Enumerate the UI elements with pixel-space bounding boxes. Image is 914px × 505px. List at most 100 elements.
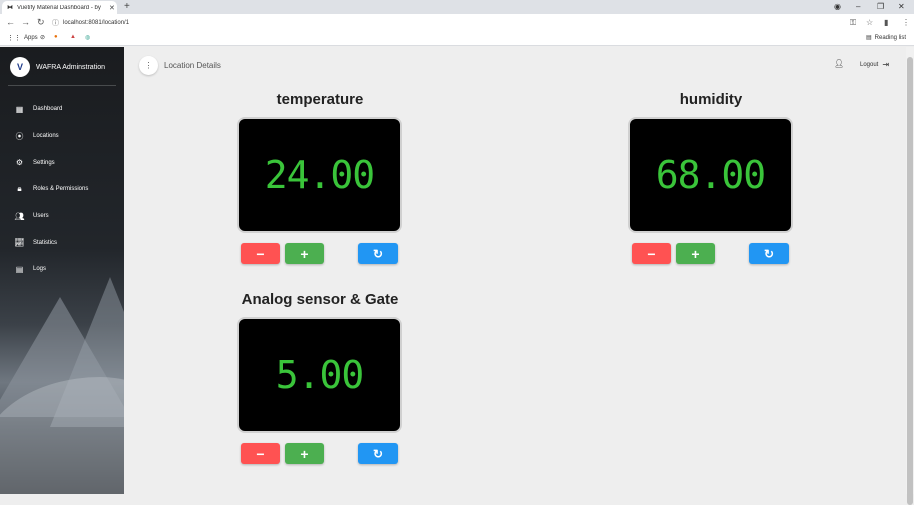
extension-icon[interactable]: ▮: [884, 18, 888, 27]
location-pin-icon: ⦿: [15, 131, 24, 141]
back-icon[interactable]: ←: [6, 17, 15, 27]
increment-button[interactable]: +: [285, 243, 324, 264]
account-icon[interactable]: 👤︎: [834, 59, 844, 68]
sidebar-item-dashboard[interactable]: ▦ Dashboard: [0, 96, 124, 123]
bookmark-apps-label: Apps: [24, 35, 38, 41]
new-tab-button[interactable]: +: [124, 1, 130, 12]
forward-icon[interactable]: →: [21, 17, 30, 27]
sidebar-item-label: Roles & Permissions: [33, 186, 89, 193]
gear-icon: ⚙: [15, 158, 24, 168]
decrement-button[interactable]: −: [241, 243, 280, 264]
sidebar-item-label: Settings: [33, 159, 55, 166]
site-info-icon[interactable]: ⓘ: [52, 18, 59, 28]
panel-controls: − + ↻: [237, 243, 403, 265]
increment-button[interactable]: +: [676, 243, 715, 264]
reset-button[interactable]: ↻: [749, 243, 789, 264]
minus-icon: −: [256, 445, 265, 462]
refresh-icon: ↻: [763, 246, 775, 261]
plus-icon: +: [300, 245, 309, 262]
sidebar-item-label: Statistics: [33, 239, 58, 246]
sidebar-item-locations[interactable]: ⦿ Locations: [0, 123, 124, 150]
users-icon: 👥︎: [14, 211, 25, 221]
panel-controls: − + ↻: [628, 243, 794, 265]
brand-logo-icon: V: [10, 57, 30, 77]
reset-button[interactable]: ↻: [358, 243, 398, 264]
more-vert-icon: ⋮: [144, 61, 153, 70]
decrement-button[interactable]: −: [632, 243, 671, 264]
bookmark-icon-3[interactable]: ▲: [70, 34, 76, 40]
scrollbar-thumb[interactable]: [907, 57, 913, 505]
logout-button[interactable]: Logout ⇥: [860, 60, 889, 69]
browser-menu-icon[interactable]: ⋮: [902, 18, 910, 27]
dashboard-icon: ▦: [15, 104, 24, 114]
page-title: Location Details: [164, 61, 221, 70]
bookmark-icon-4[interactable]: ◍: [85, 34, 90, 41]
page-scrollbar[interactable]: [906, 47, 914, 505]
sensor-panel-analog-gate: Analog sensor & Gate 5.00 − + ↻: [237, 289, 403, 465]
reading-list-label: Reading list: [874, 34, 907, 41]
apps-grid-icon: ⋮⋮: [7, 35, 21, 42]
brand[interactable]: V WAFRA Adminstration: [10, 57, 105, 77]
bookmark-icon-1[interactable]: ⊘: [40, 34, 45, 41]
url-input[interactable]: ⓘ localhost:8081/location/1: [52, 16, 842, 30]
reading-list-icon: ▤: [866, 35, 872, 41]
close-window-icon[interactable]: ✕: [898, 2, 905, 11]
more-options-button[interactable]: ⋮: [139, 56, 158, 75]
sidebar: V WAFRA Adminstration ▦ Dashboard ⦿ Loca…: [0, 47, 124, 494]
reading-list-button[interactable]: ▤ Reading list: [866, 34, 907, 42]
bookmark-apps[interactable]: ⋮⋮ Apps: [7, 34, 38, 42]
display-value: 24.00: [264, 153, 375, 197]
minus-icon: −: [256, 245, 265, 262]
app-bar: ⋮ Location Details 👤︎ Logout ⇥: [124, 47, 906, 85]
brand-name: WAFRA Adminstration: [36, 63, 105, 71]
sidebar-menu: ▦ Dashboard ⦿ Locations ⚙ Settings 🔒︎ Ro…: [0, 96, 124, 283]
digital-display: 68.00: [628, 117, 793, 233]
panel-title: Analog sensor & Gate: [241, 291, 399, 308]
refresh-icon: ↻: [372, 246, 384, 261]
panel-title: temperature: [276, 91, 364, 108]
digital-display: 24.00: [237, 117, 402, 233]
lock-icon: 🔒︎: [17, 184, 22, 194]
plus-icon: +: [300, 445, 309, 462]
sensor-panel-humidity: humidity 68.00 − + ↻: [628, 89, 794, 265]
sidebar-item-label: Dashboard: [33, 106, 63, 113]
address-bar-row: ← → ↻ ⓘ localhost:8081/location/1 ⚿ ☆ ▮ …: [0, 14, 914, 32]
sidebar-item-label: Users: [33, 213, 49, 220]
sidebar-item-roles-permissions[interactable]: 🔒︎ Roles & Permissions: [0, 176, 124, 203]
plus-icon: +: [691, 245, 700, 262]
logs-icon: ▤: [15, 264, 24, 274]
increment-button[interactable]: +: [285, 443, 324, 464]
sidebar-divider: [8, 85, 116, 86]
profile-icon[interactable]: ◉: [834, 2, 841, 11]
reset-button[interactable]: ↻: [358, 443, 398, 464]
bookmark-icon-2[interactable]: ●: [54, 34, 58, 40]
url-text: localhost:8081/location/1: [63, 20, 130, 26]
logout-label: Logout: [860, 61, 879, 68]
sidebar-item-label: Logs: [33, 266, 47, 273]
tab-favicon-icon: ⧓: [7, 5, 13, 11]
sidebar-item-logs[interactable]: ▤ Logs: [0, 256, 124, 283]
panel-controls: − + ↻: [237, 443, 403, 465]
minus-icon: −: [647, 245, 656, 262]
digital-display: 5.00: [237, 317, 402, 433]
sidebar-item-settings[interactable]: ⚙ Settings: [0, 149, 124, 176]
panel-title: humidity: [679, 91, 743, 108]
sidebar-item-statistics[interactable]: 📈︎ Statistics: [0, 229, 124, 256]
refresh-icon: ↻: [372, 446, 384, 461]
star-icon[interactable]: ☆: [866, 18, 873, 27]
browser-tab-strip: ⧓ Vuetify Material Dashboard - by ✕ + ◉ …: [0, 0, 914, 14]
sidebar-item-label: Locations: [33, 133, 59, 140]
display-value: 5.00: [275, 353, 365, 397]
restore-icon[interactable]: ❐: [877, 2, 884, 11]
decrement-button[interactable]: −: [241, 443, 280, 464]
key-icon[interactable]: ⚿: [850, 18, 856, 28]
browser-tab[interactable]: ⧓ Vuetify Material Dashboard - by ✕: [2, 1, 117, 14]
chart-icon: 📈︎: [14, 238, 25, 248]
logout-icon: ⇥: [882, 60, 890, 69]
tab-close-icon[interactable]: ✕: [109, 4, 115, 12]
tab-title: Vuetify Material Dashboard - by: [17, 4, 101, 11]
bookmarks-bar: ⋮⋮ Apps ⊘ ● ▲ ◍ ▤ Reading list: [0, 32, 914, 46]
minimize-icon[interactable]: –: [856, 2, 860, 11]
sidebar-item-users[interactable]: 👥︎ Users: [0, 203, 124, 230]
reload-icon[interactable]: ↻: [37, 17, 45, 28]
